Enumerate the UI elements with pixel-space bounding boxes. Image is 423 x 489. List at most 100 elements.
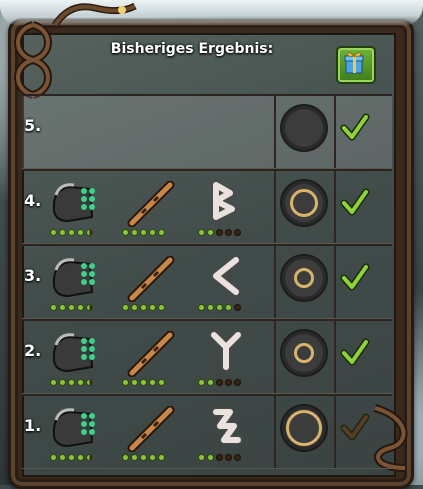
level-dot	[59, 304, 66, 311]
level-dot	[77, 454, 84, 461]
level-dot	[122, 304, 129, 311]
staff-icon	[127, 181, 175, 227]
rune-level-dots	[198, 229, 241, 236]
level-dot	[77, 304, 84, 311]
rune-b-icon	[211, 181, 237, 222]
level-dot	[158, 454, 165, 461]
level-dot	[50, 229, 57, 236]
level-dot	[140, 229, 147, 236]
level-dot	[216, 454, 223, 461]
level-dot	[122, 454, 129, 461]
staff-level-dots	[122, 229, 165, 236]
level-dot	[207, 454, 214, 461]
panel-title: Bisheriges Ergebnis:	[110, 41, 274, 57]
level-dot	[59, 229, 66, 236]
level-dot	[216, 229, 223, 236]
level-dot	[225, 379, 232, 386]
level-dot	[158, 229, 165, 236]
gift-button[interactable]	[336, 46, 376, 84]
result-row: 4.	[22, 169, 392, 244]
level-dot	[149, 304, 156, 311]
result-gauge	[280, 404, 328, 452]
row-number: 3.	[24, 266, 42, 285]
level-dot	[207, 229, 214, 236]
level-dot	[225, 454, 232, 461]
gauntlet-level-dots	[50, 379, 93, 386]
column-divider	[274, 396, 276, 468]
level-dot	[149, 379, 156, 386]
level-dot	[59, 379, 66, 386]
staff-level-dots	[122, 304, 165, 311]
column-divider	[274, 96, 276, 168]
level-dot	[225, 304, 232, 311]
result-row: 5.	[22, 94, 392, 169]
checkmark-icon	[340, 338, 370, 366]
checkmark-icon	[340, 413, 370, 441]
level-dot	[131, 454, 138, 461]
gold-ring-icon	[294, 268, 314, 288]
gift-icon	[344, 52, 364, 74]
level-dot	[140, 454, 147, 461]
level-dot	[86, 454, 93, 461]
level-dot	[158, 379, 165, 386]
level-dot	[131, 304, 138, 311]
column-divider	[334, 246, 336, 318]
level-dot	[50, 454, 57, 461]
level-dot	[225, 229, 232, 236]
level-dot	[198, 379, 205, 386]
gauntlet-icon	[52, 408, 95, 448]
level-dot	[50, 304, 57, 311]
level-dot	[207, 304, 214, 311]
column-divider	[334, 321, 336, 393]
level-dot	[149, 454, 156, 461]
staff-level-dots	[122, 454, 165, 461]
level-dot	[68, 379, 75, 386]
level-dot	[68, 454, 75, 461]
result-gauge	[280, 179, 328, 227]
level-dot	[140, 379, 147, 386]
row-number: 5.	[24, 116, 42, 135]
staff-icon	[127, 256, 175, 302]
level-dot	[234, 229, 241, 236]
level-dot	[86, 379, 93, 386]
level-dot	[122, 379, 129, 386]
rune-level-dots	[198, 304, 241, 311]
staff-icon	[127, 331, 175, 377]
gauntlet-level-dots	[50, 304, 93, 311]
rune-level-dots	[198, 379, 241, 386]
level-dot	[198, 229, 205, 236]
level-dot	[216, 304, 223, 311]
rune-y-icon	[209, 331, 243, 372]
celtic-knot-icon	[14, 21, 52, 99]
column-divider	[274, 171, 276, 243]
result-gauge	[280, 104, 328, 152]
gold-ring-icon	[294, 343, 314, 363]
level-dot	[122, 229, 129, 236]
checkmark-icon	[340, 263, 370, 291]
level-dot	[68, 229, 75, 236]
checkmark-icon	[340, 188, 370, 216]
row-number: 2.	[24, 341, 42, 360]
column-divider	[274, 246, 276, 318]
staff-icon	[127, 406, 175, 452]
gauntlet-icon	[52, 258, 95, 298]
result-row: 3.	[22, 244, 392, 319]
level-dot	[216, 379, 223, 386]
gauntlet-icon	[52, 333, 95, 373]
level-dot	[68, 304, 75, 311]
gauntlet-icon	[52, 183, 95, 223]
level-dot	[234, 379, 241, 386]
row-number: 4.	[24, 191, 42, 210]
level-dot	[77, 229, 84, 236]
level-dot	[149, 229, 156, 236]
rune-s-icon	[211, 407, 243, 445]
gold-ring-icon	[286, 410, 322, 446]
level-dot	[50, 379, 57, 386]
level-dot	[198, 454, 205, 461]
column-divider	[334, 396, 336, 468]
level-dot	[86, 229, 93, 236]
staff-level-dots	[122, 379, 165, 386]
results-rows: 5. 4. 3. 2. 1.	[22, 94, 392, 469]
result-gauge	[280, 329, 328, 377]
result-row: 1.	[22, 394, 392, 469]
